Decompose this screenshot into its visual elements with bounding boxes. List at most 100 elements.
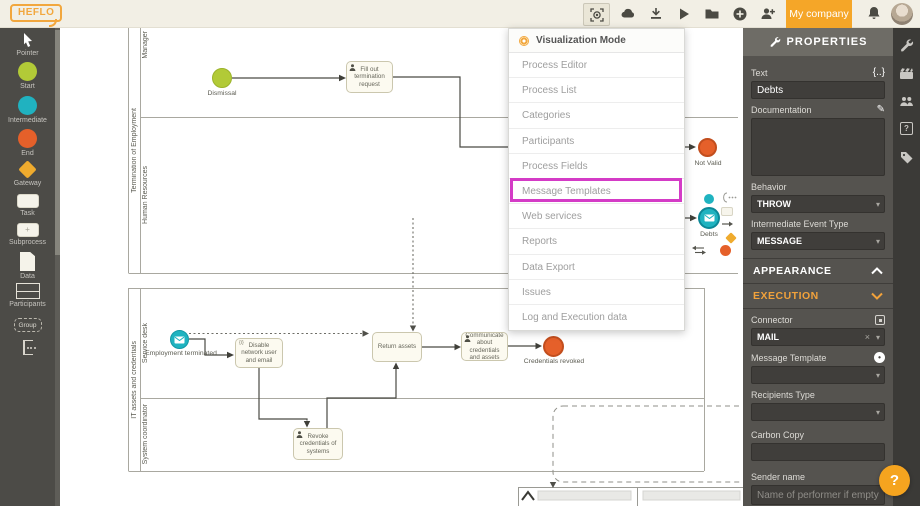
start-event-icon xyxy=(18,62,37,81)
sender-name-input[interactable] xyxy=(751,485,885,505)
carbon-copy-input[interactable] xyxy=(751,443,885,461)
company-button[interactable]: My company xyxy=(786,0,852,28)
start-event-employment-terminated[interactable] xyxy=(170,330,189,349)
library-button[interactable] xyxy=(704,6,720,22)
palette-intermediate[interactable]: Intermediate xyxy=(0,96,55,124)
connector-select[interactable]: MAIL × ▾ xyxy=(751,328,885,346)
properties-panel: PROPERTIES Text {..} Documentation ✎ Beh… xyxy=(743,28,893,506)
text-input[interactable] xyxy=(751,81,885,99)
participants-icon xyxy=(900,97,913,106)
palette-data[interactable]: Data xyxy=(0,252,55,280)
add-button[interactable] xyxy=(732,6,748,22)
user-avatar[interactable] xyxy=(891,3,913,25)
intermediate-event-debts[interactable] xyxy=(698,207,720,229)
documentation-textarea[interactable] xyxy=(751,118,885,176)
invite-user-button[interactable] xyxy=(760,6,776,22)
start-event-dismissal[interactable] xyxy=(212,68,232,88)
lane-label-system-coordinator: System coordinator xyxy=(142,404,149,465)
lane-label-service-desk: Service desk xyxy=(142,322,149,364)
event-type-select[interactable]: MESSAGE ▾ xyxy=(751,232,885,250)
menu-item-web-services[interactable]: Web services xyxy=(509,204,684,230)
task-revoke-credentials[interactable]: Revoke credentials of systems xyxy=(293,428,343,460)
palette-gateway[interactable]: Gateway xyxy=(0,160,55,187)
end-event-not-valid[interactable] xyxy=(698,138,717,157)
heflo-logo[interactable]: HEFLO xyxy=(10,4,63,27)
start-event-employment-label: Employment terminated xyxy=(145,350,217,357)
menu-item-process-list[interactable]: Process List xyxy=(509,78,684,104)
quick-add-end-icon[interactable] xyxy=(720,245,731,256)
user-task-icon xyxy=(464,335,471,342)
palette-subprocess[interactable]: + Subprocess xyxy=(0,223,55,246)
topbar: HEFLO My company xyxy=(0,0,920,28)
quick-add-task-icon[interactable] xyxy=(721,207,733,216)
end-event-not-valid-label: Not Valid xyxy=(694,160,722,167)
panel-switcher-strip: ? xyxy=(893,28,920,506)
end-event-credentials-label: Credentials revoked xyxy=(523,358,585,365)
annotation-icon[interactable] xyxy=(723,192,728,203)
appearance-section-header[interactable]: APPEARANCE xyxy=(743,258,893,284)
intermediate-event-icon xyxy=(18,96,37,115)
palette-participants[interactable]: Participants xyxy=(0,283,55,308)
palette-scrollbar-thumb[interactable] xyxy=(55,30,60,255)
play-icon xyxy=(680,8,689,20)
pointer-icon xyxy=(23,33,32,47)
download-button[interactable] xyxy=(648,6,664,22)
task-fill-out-termination[interactable]: Fill out termination request xyxy=(346,61,393,93)
end-event-credentials-revoked[interactable] xyxy=(543,336,564,357)
publish-button[interactable] xyxy=(620,6,636,22)
tags-tab-button[interactable] xyxy=(899,150,914,165)
documentation-label: Documentation xyxy=(751,105,812,115)
palette-task[interactable]: Task xyxy=(0,194,55,217)
menu-item-reports[interactable]: Reports xyxy=(509,229,684,255)
help-tab-button[interactable]: ? xyxy=(900,122,915,137)
menu-item-data-export[interactable]: Data Export xyxy=(509,255,684,280)
palette-pointer[interactable]: Pointer xyxy=(0,32,55,57)
help-panel-icon: ? xyxy=(900,122,913,135)
palette-annotation[interactable] xyxy=(0,340,55,355)
simulate-button[interactable] xyxy=(676,6,692,22)
scenario-tab-button[interactable] xyxy=(899,66,914,81)
menu-item-participants[interactable]: Participants xyxy=(509,129,684,154)
heflo-app: Termination of Employment Manager Human … xyxy=(0,0,920,506)
menu-item-issues[interactable]: Issues xyxy=(509,280,684,305)
wrench-icon xyxy=(770,37,780,47)
menu-item-categories[interactable]: Categories xyxy=(509,103,684,129)
palette-start[interactable]: Start xyxy=(0,62,55,90)
group-icon: Group xyxy=(13,318,42,332)
insert-field-icon[interactable]: {..} xyxy=(873,68,885,78)
message-template-select[interactable]: ▾ xyxy=(751,366,885,384)
properties-tab-button[interactable] xyxy=(899,38,914,53)
notifications-button[interactable] xyxy=(866,5,882,21)
palette-end[interactable]: End xyxy=(0,129,55,157)
menu-header-visualization-mode[interactable]: Visualization Mode xyxy=(509,29,684,53)
help-button[interactable]: ? xyxy=(879,465,910,496)
participants-tab-button[interactable] xyxy=(899,94,914,109)
connector-label: Connector xyxy=(751,315,793,325)
behavior-select[interactable]: THROW ▾ xyxy=(751,195,885,213)
subprocess-icon: + xyxy=(16,223,39,237)
cloud-icon xyxy=(621,8,635,18)
carbon-copy-label: Carbon Copy xyxy=(751,430,805,440)
visualization-mode-button[interactable] xyxy=(583,3,610,26)
message-icon xyxy=(704,214,714,222)
add-template-icon[interactable]: • xyxy=(874,352,885,363)
collapsed-pool xyxy=(518,487,743,506)
execution-section-header[interactable]: EXECUTION xyxy=(743,284,893,309)
connector-settings-icon[interactable] xyxy=(875,315,885,325)
quick-add-intermediate-icon[interactable] xyxy=(704,194,714,204)
palette-group[interactable]: Group xyxy=(0,318,55,332)
edit-pencil-icon[interactable]: ✎ xyxy=(877,105,885,115)
task-communicate[interactable]: Communicate about credentials and assets xyxy=(461,332,508,361)
menu-item-log-execution[interactable]: Log and Execution data xyxy=(509,305,684,330)
recipients-type-select[interactable]: ▾ xyxy=(751,403,885,421)
expand-pool-chevron-icon[interactable] xyxy=(521,490,535,501)
task-disable-network[interactable]: {i} Disable network user and email xyxy=(235,338,283,368)
menu-item-process-editor[interactable]: Process Editor xyxy=(509,53,684,79)
clear-icon[interactable]: × xyxy=(865,332,870,342)
menu-item-process-fields[interactable]: Process Fields xyxy=(509,154,684,179)
task-return-assets[interactable]: Return assets xyxy=(372,332,422,362)
person-add-icon xyxy=(761,8,775,19)
recipients-type-label: Recipients Type xyxy=(751,390,815,400)
script-marker: {i} xyxy=(239,340,244,346)
properties-header: PROPERTIES xyxy=(743,28,893,56)
